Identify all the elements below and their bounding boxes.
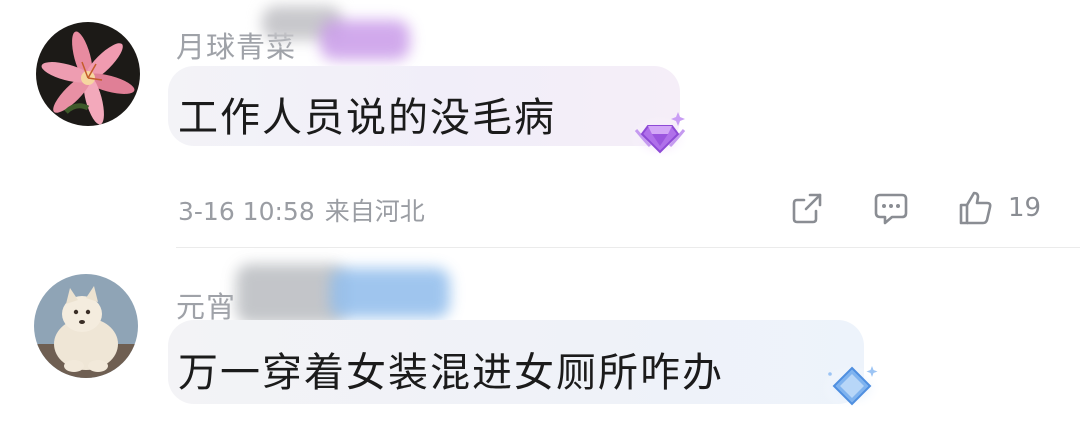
avatar-white-dog[interactable] bbox=[34, 274, 138, 378]
comment-location: 来自河北 bbox=[324, 197, 425, 226]
like-count: 19 bbox=[1008, 193, 1042, 223]
blue-diamond-badge-icon bbox=[822, 366, 882, 410]
divider bbox=[176, 247, 1080, 248]
redaction-blur bbox=[330, 268, 450, 318]
like-button[interactable]: 19 bbox=[956, 188, 1041, 228]
thumbs-up-icon bbox=[959, 191, 992, 225]
redaction-blur bbox=[320, 20, 410, 60]
share-icon bbox=[792, 193, 822, 224]
comment-thread: 月球青菜 工作人员说的没毛病 3-16 10:58 来自河北 19 元宵 万一穿… bbox=[0, 0, 1080, 425]
reply-button[interactable] bbox=[872, 188, 910, 228]
purple-diamond-badge-icon bbox=[630, 112, 690, 158]
comment-text: 万一穿着女装混进女厕所咋办 bbox=[178, 350, 724, 396]
comment-text: 工作人员说的没毛病 bbox=[178, 95, 556, 141]
share-button[interactable] bbox=[788, 188, 826, 228]
comment-date: 3-16 10:58 bbox=[178, 197, 315, 226]
avatar-pink-lily[interactable] bbox=[36, 22, 140, 126]
comment-meta: 3-16 10:58 来自河北 bbox=[178, 192, 435, 228]
comment-icon bbox=[874, 193, 908, 225]
